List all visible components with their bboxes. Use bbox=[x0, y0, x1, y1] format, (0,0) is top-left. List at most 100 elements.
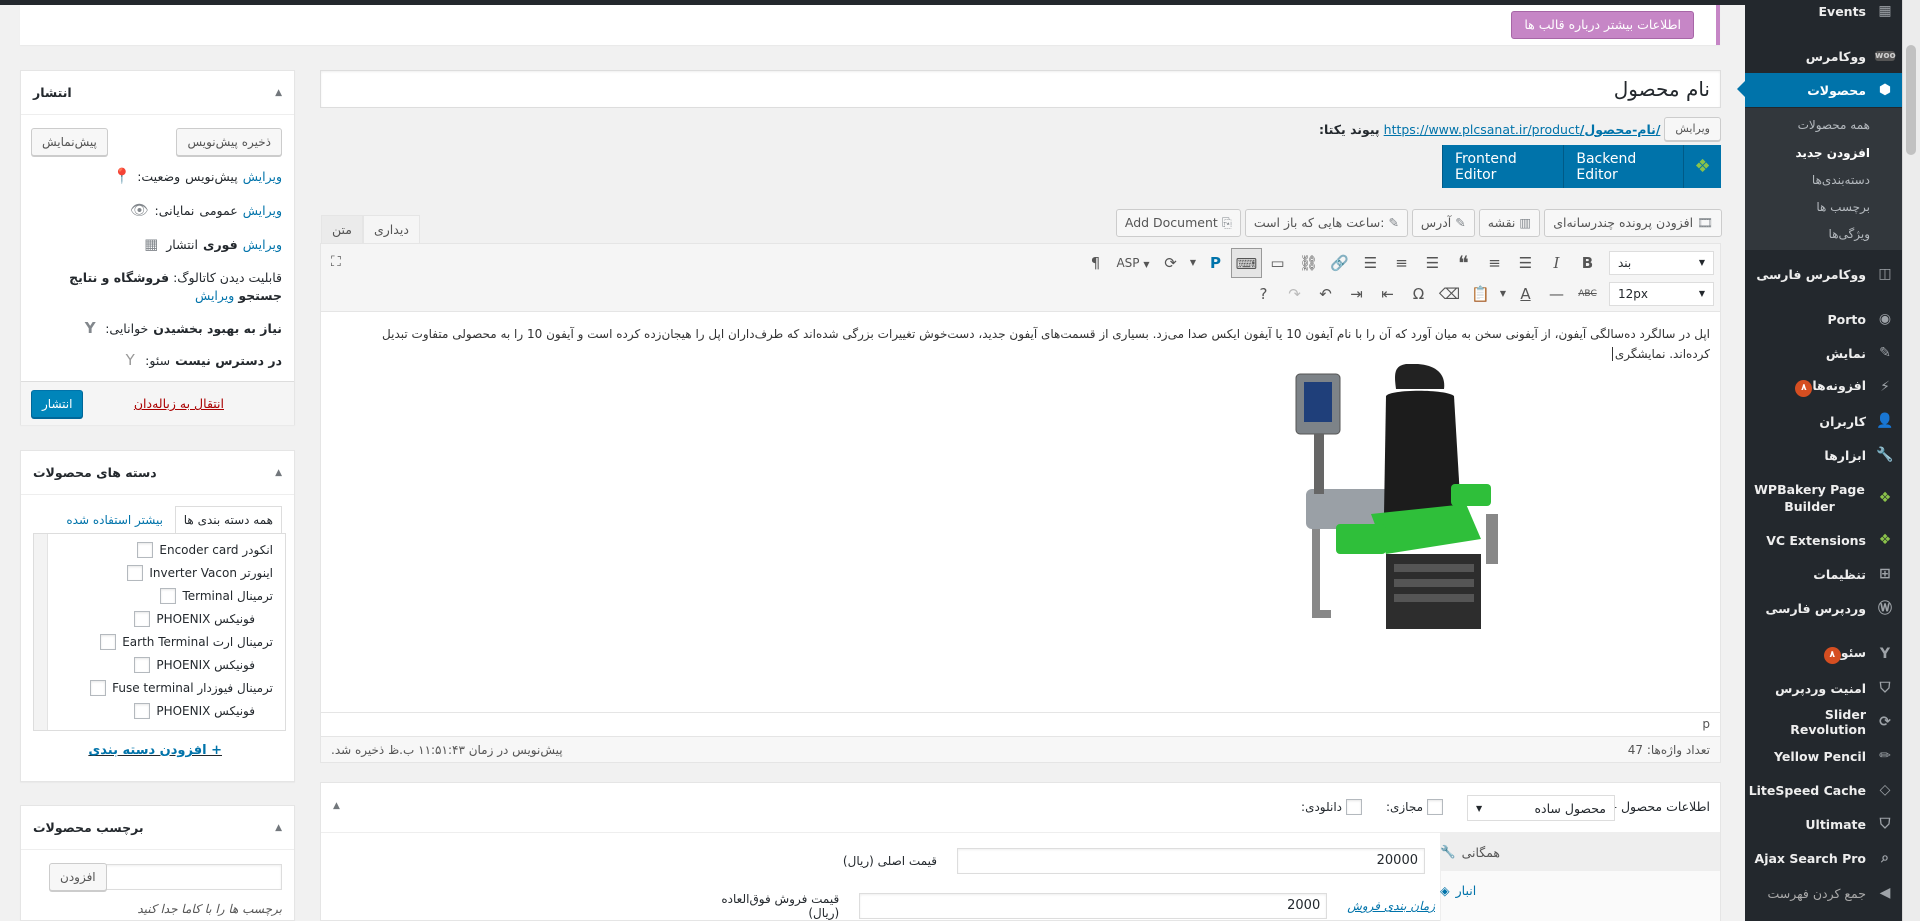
publish-box-header[interactable]: انتشار ▲ bbox=[21, 71, 294, 115]
menu-tools[interactable]: 🔧 ابزارها bbox=[1745, 438, 1902, 472]
tab-all-categories[interactable]: همه دسته بندی ها bbox=[174, 506, 282, 534]
category-checkbox[interactable] bbox=[134, 611, 151, 627]
submenu-add-new[interactable]: افزودن جدید bbox=[1796, 146, 1871, 160]
redo-icon[interactable]: ↷ bbox=[1279, 279, 1310, 309]
add-tag-button[interactable]: افزودن bbox=[49, 863, 107, 891]
format-select[interactable]: بند ▼ bbox=[1609, 251, 1714, 275]
edit-visibility-link[interactable]: ویرایش bbox=[243, 203, 282, 218]
list-item[interactable]: ترمینال ارت Earth Terminal bbox=[100, 632, 273, 652]
regular-price-input[interactable]: 20000 bbox=[957, 848, 1425, 874]
list-item[interactable]: فونیکس PHOENIX bbox=[134, 609, 255, 629]
product-title-input[interactable]: نام محصول bbox=[320, 70, 1721, 108]
category-checkbox[interactable] bbox=[160, 588, 177, 604]
edit-status-link[interactable]: ویرایش bbox=[243, 169, 282, 184]
category-checkbox[interactable] bbox=[100, 634, 117, 650]
tab-visual[interactable]: دیداری bbox=[362, 215, 420, 244]
add-category-link[interactable]: + افزودن دسته بندی bbox=[88, 743, 222, 758]
list-item[interactable]: فونیکس PHOENIX bbox=[134, 701, 255, 721]
paragraph-direction-icon[interactable]: ¶ bbox=[1080, 248, 1111, 278]
align-left-icon[interactable]: ☰ bbox=[1417, 248, 1448, 278]
chevron-down-icon[interactable]: ▼ bbox=[1496, 279, 1510, 309]
tab-general[interactable]: 🔧 همگانی bbox=[1440, 833, 1720, 871]
menu-users[interactable]: 👤 کاربران bbox=[1745, 404, 1902, 438]
chevron-down-icon[interactable]: ▼ bbox=[1186, 248, 1200, 278]
toggle-arrow-icon[interactable]: ▲ bbox=[333, 801, 340, 811]
align-center-icon[interactable]: ≡ bbox=[1386, 248, 1417, 278]
product-image[interactable] bbox=[1276, 364, 1516, 654]
submenu-all-products[interactable]: همه محصولات bbox=[1798, 118, 1870, 132]
category-checkbox[interactable] bbox=[127, 565, 144, 581]
downloadable-checkbox[interactable] bbox=[1346, 799, 1362, 815]
menu-porto[interactable]: ◉ Porto bbox=[1745, 302, 1902, 336]
menu-slider-revolution[interactable]: ⟳ Slider Revolution bbox=[1745, 705, 1902, 739]
toggle-arrow-icon[interactable]: ▲ bbox=[275, 823, 282, 833]
editor-content[interactable]: اپل در سالگرد ده‌سالگی آیفون، از آیفونی … bbox=[350, 324, 1710, 364]
keyboard-icon[interactable]: ⌨ bbox=[1231, 248, 1262, 278]
numbered-list-icon[interactable]: ≡ bbox=[1479, 248, 1510, 278]
menu-settings[interactable]: ⊞ تنظیمات bbox=[1745, 557, 1902, 591]
submenu-tags[interactable]: برچسب ها bbox=[1816, 200, 1870, 214]
menu-ajax-search[interactable]: ⌕ Ajax Search Pro bbox=[1745, 841, 1902, 875]
menu-woocommerce-farsi[interactable]: ◫ ووکامرس فارسی bbox=[1745, 257, 1902, 291]
virtual-checkbox[interactable] bbox=[1427, 799, 1443, 815]
list-item[interactable]: اینورتر Inverter Vacon bbox=[127, 563, 273, 583]
category-checkbox[interactable] bbox=[90, 680, 107, 696]
horizontal-line-icon[interactable]: — bbox=[1541, 279, 1572, 309]
category-checkbox[interactable] bbox=[134, 657, 151, 673]
outdent-icon[interactable]: ⇤ bbox=[1372, 279, 1403, 309]
text-color-icon[interactable]: A bbox=[1510, 279, 1541, 309]
publish-button[interactable]: انتشار bbox=[31, 390, 84, 418]
strikethrough-icon[interactable]: ABC bbox=[1572, 279, 1603, 309]
bold-icon[interactable]: B bbox=[1572, 248, 1603, 278]
category-checkbox[interactable] bbox=[134, 703, 151, 719]
special-character-icon[interactable]: Ω bbox=[1403, 279, 1434, 309]
submenu-attributes[interactable]: ویژگی‌ها bbox=[1829, 227, 1870, 241]
align-right-icon[interactable]: ☰ bbox=[1355, 248, 1386, 278]
submenu-categories[interactable]: دسته‌بندی‌ها bbox=[1812, 173, 1870, 187]
tag-input[interactable] bbox=[104, 864, 282, 890]
opening-hours-button[interactable]: ✎ ساعت هایی که باز است: bbox=[1244, 209, 1408, 237]
list-item[interactable]: ترمینال فیوزدار Fuse terminal bbox=[90, 678, 273, 698]
product-type-select[interactable]: محصول ساده ▼ bbox=[1467, 795, 1615, 821]
menu-appearance[interactable]: ✎ نمایش bbox=[1745, 336, 1902, 370]
permalink-slug[interactable]: /نام-محصول/ bbox=[1580, 122, 1661, 137]
backend-editor-button[interactable]: Backend Editor bbox=[1563, 145, 1683, 188]
p-icon[interactable]: P bbox=[1200, 248, 1231, 278]
category-checkbox[interactable] bbox=[137, 542, 154, 558]
blockquote-icon[interactable]: ❝ bbox=[1448, 248, 1479, 278]
menu-wpbakery[interactable]: ❖ WPBakery Page Builder bbox=[1745, 478, 1902, 518]
menu-plugins[interactable]: ⚡ ۸ افزونه‌ها bbox=[1745, 370, 1902, 404]
save-draft-button[interactable]: ذخیره پیش‌نویس bbox=[176, 128, 282, 156]
paste-text-icon[interactable]: 📋 bbox=[1465, 279, 1496, 309]
menu-collapse[interactable]: ◀ جمع کردن فهرست bbox=[1745, 876, 1902, 910]
read-more-icon[interactable]: ▭ bbox=[1262, 248, 1293, 278]
menu-seo[interactable]: Y ۸ سئو bbox=[1745, 637, 1902, 671]
map-button[interactable]: ▥ نقشه bbox=[1478, 209, 1541, 237]
indent-icon[interactable]: ⇥ bbox=[1341, 279, 1372, 309]
menu-products[interactable]: ⬢ محصولات bbox=[1745, 73, 1902, 107]
menu-vc-extensions[interactable]: ❖ VC Extensions bbox=[1745, 523, 1902, 557]
toggle-arrow-icon[interactable]: ▲ bbox=[275, 468, 282, 478]
menu-yellow-pencil[interactable]: ✏ Yellow Pencil bbox=[1745, 739, 1902, 773]
font-size-select[interactable]: 12px ▼ bbox=[1609, 282, 1714, 306]
unlink-icon[interactable]: ⛓ bbox=[1293, 248, 1324, 278]
menu-woocommerce[interactable]: woo ووکامرس bbox=[1745, 39, 1902, 73]
add-document-button[interactable]: ⎘ Add Document bbox=[1115, 209, 1241, 237]
downloadable-option[interactable]: دانلودی: bbox=[1301, 799, 1362, 815]
add-media-button[interactable]: 🎞 افزودن پرونده چندرسانه‌ای bbox=[1544, 209, 1722, 237]
page-scrollbar-thumb[interactable] bbox=[1906, 45, 1916, 155]
tags-box-header[interactable]: برچسب محصولات ▲ bbox=[21, 806, 294, 850]
undo-icon[interactable]: ↶ bbox=[1310, 279, 1341, 309]
edit-date-link[interactable]: ویرایش bbox=[243, 237, 282, 252]
link-icon[interactable]: 🔗 bbox=[1324, 248, 1355, 278]
list-item[interactable]: انکودر Encoder card bbox=[137, 540, 273, 560]
list-item[interactable]: ترمینال Terminal bbox=[160, 586, 273, 606]
bullet-list-icon[interactable]: ☰ bbox=[1510, 248, 1541, 278]
menu-events[interactable]: ▦ Events bbox=[1745, 0, 1902, 28]
list-item[interactable]: فونیکس PHOENIX bbox=[134, 655, 255, 675]
edit-catalog-link[interactable]: ویرایش bbox=[195, 288, 234, 303]
permalink-url[interactable]: https://www.plcsanat.ir/product bbox=[1384, 122, 1580, 137]
menu-ultimate[interactable]: ⛉ Ultimate bbox=[1745, 807, 1902, 841]
asp-button[interactable]: ASP ▼ bbox=[1111, 248, 1155, 278]
address-button[interactable]: ✎ آدرس bbox=[1411, 209, 1475, 237]
